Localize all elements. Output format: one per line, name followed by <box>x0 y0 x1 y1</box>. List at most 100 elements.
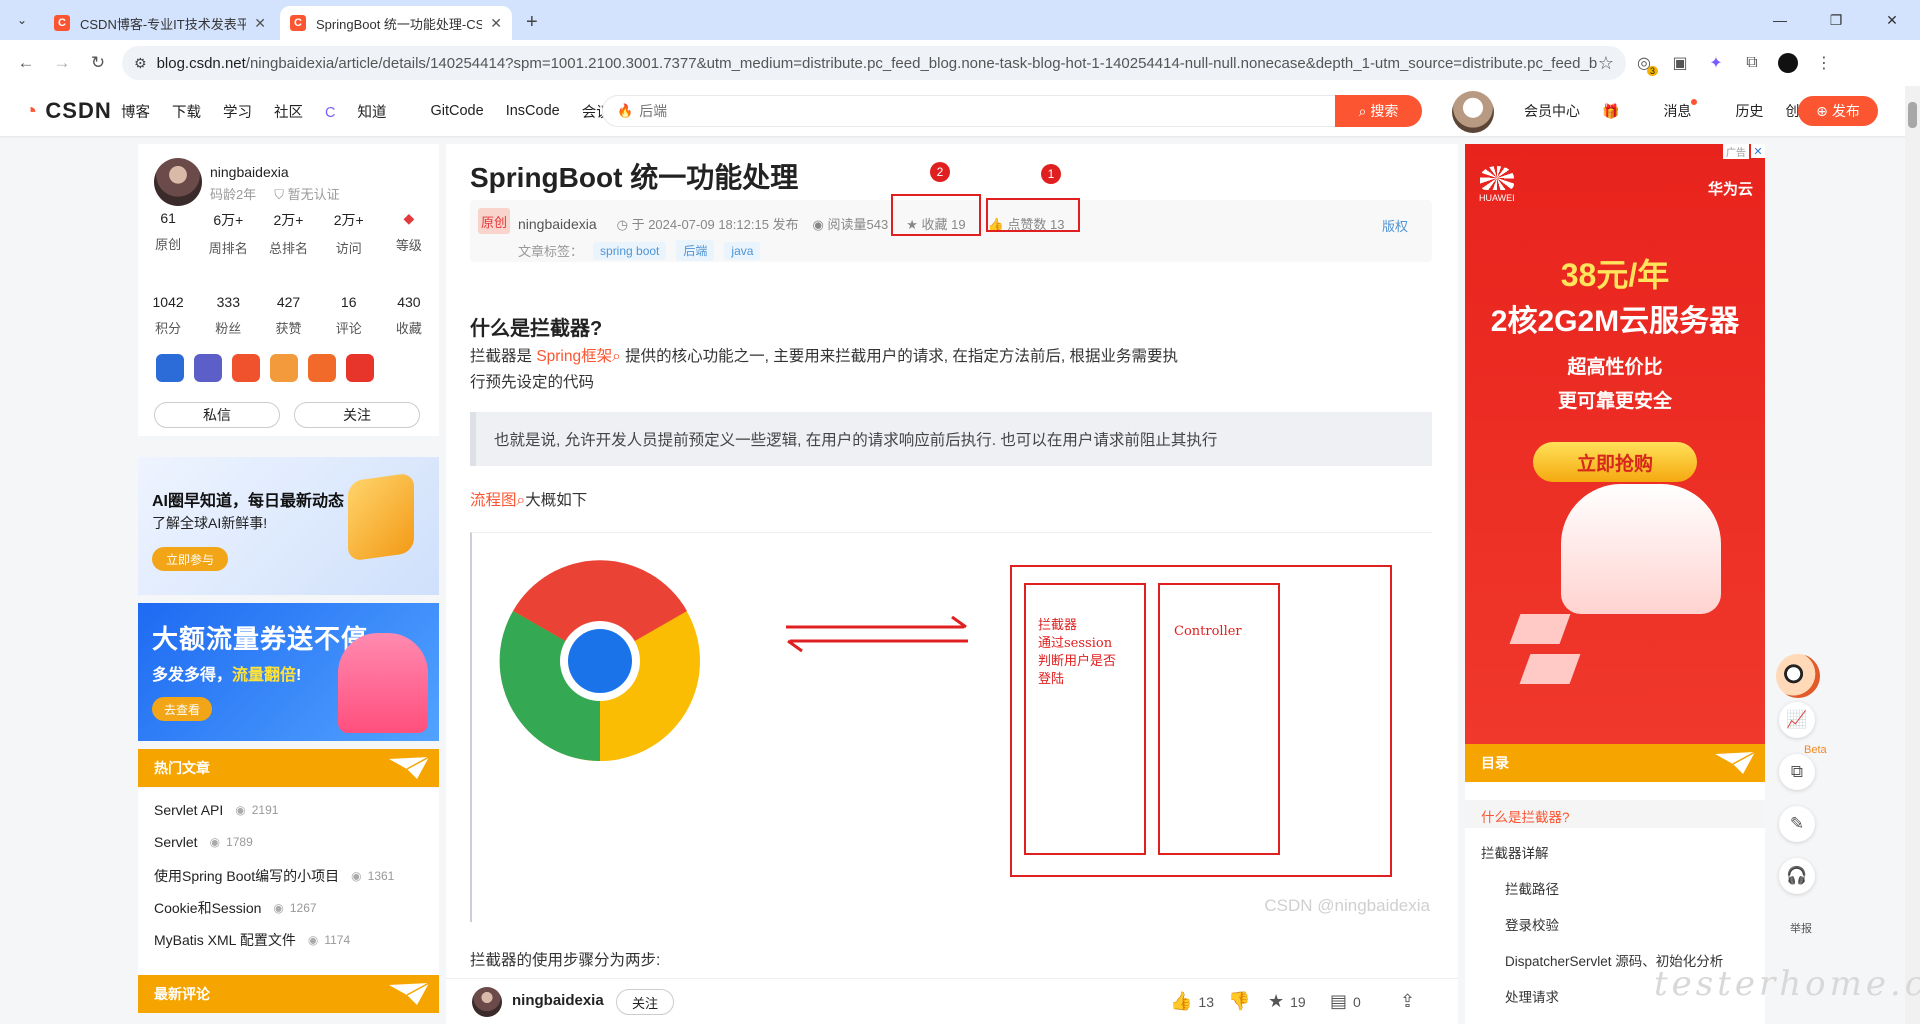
hot-article-item[interactable]: Servlet ◉ 1789 <box>154 834 253 850</box>
page-scrollbar[interactable] <box>1905 86 1920 1024</box>
stat-original[interactable]: 61 原创 <box>138 210 198 257</box>
nav-zhidao[interactable]: C 知道 <box>325 101 408 122</box>
author-name[interactable]: ningbaidexia <box>210 164 289 180</box>
toolbar-like-button[interactable]: 👍 13 <box>1170 991 1214 1012</box>
headset-icon[interactable]: 🎧 <box>1779 858 1815 894</box>
search-box: 🔥 ⌕搜索 <box>602 95 1422 127</box>
toolbar-share-button[interactable]: ⇪ <box>1400 991 1421 1012</box>
tag-java[interactable]: java <box>724 241 761 260</box>
nav-download[interactable]: 下载 <box>172 101 201 122</box>
toolbar-comment-button[interactable]: ▤ 0 <box>1330 991 1361 1012</box>
stat-week-rank[interactable]: 6万+ 周排名 <box>198 210 258 257</box>
p1-text-c: 行预先设定的代码 <box>470 374 595 391</box>
toolbar-author-name[interactable]: ningbaidexia <box>512 992 604 1009</box>
nav-community[interactable]: 社区 <box>274 101 303 122</box>
toc-item[interactable]: 拦截路径 <box>1505 878 1559 898</box>
nav-learn[interactable]: 学习 <box>223 101 252 122</box>
badge-icon[interactable] <box>346 354 374 382</box>
layout-icon[interactable]: ⧉ <box>1779 754 1815 790</box>
site-info-icon[interactable]: ⚙ <box>134 55 147 72</box>
nav-history[interactable]: 历史 <box>1735 101 1763 121</box>
nav-blog[interactable]: 博客 <box>121 101 150 122</box>
window-close-icon[interactable]: ✕ <box>1864 0 1920 40</box>
spring-framework-link[interactable]: Spring框架⌕ <box>536 348 621 365</box>
new-tab-icon[interactable]: + <box>526 11 538 34</box>
forward-icon[interactable]: → <box>46 47 78 79</box>
nav-vip[interactable]: 会员中心 🎁 <box>1524 101 1641 121</box>
ad-buy-button[interactable]: 立即抢购 <box>1533 442 1697 482</box>
stat-value: 333 <box>216 294 240 310</box>
badge-icon[interactable] <box>270 354 298 382</box>
profile-avatar-icon[interactable] <box>1770 46 1806 80</box>
nav-gitcode[interactable]: GitCode <box>430 103 483 119</box>
hot-article-item[interactable]: Servlet API ◉ 2191 <box>154 802 278 818</box>
hot-article-item[interactable]: 使用Spring Boot编写的小项目 ◉ 1361 <box>154 866 394 886</box>
extension-icon[interactable]: ▣ <box>1662 46 1698 80</box>
stat-label: 访问 <box>335 241 362 256</box>
stat-fans[interactable]: 333 粉丝 <box>198 294 258 337</box>
huawei-cloud-ad[interactable]: 广告 ✕ HUAWEI 华为云 38元/年 2核2G2M云服务器 超高性价比 更… <box>1465 144 1765 744</box>
toc-item[interactable]: 登录校验 <box>1505 914 1559 934</box>
search-input[interactable] <box>639 103 1335 119</box>
hot-article-item[interactable]: MyBatis XML 配置文件 ◉ 1174 <box>154 930 350 950</box>
close-icon[interactable]: ✕ <box>254 15 266 32</box>
badge-icon[interactable] <box>232 354 260 382</box>
stat-level[interactable]: ◆ 等级 <box>379 210 439 257</box>
browser-tab-csdn-home[interactable]: C CSDN博客-专业IT技术发表平台 ✕ <box>44 6 276 40</box>
stat-visits[interactable]: 2万+ 访问 <box>319 210 379 257</box>
publish-date: ◷ 于 2024-07-09 18:12:15 发布 <box>617 214 799 233</box>
private-message-button[interactable]: 私信 <box>154 402 280 428</box>
flowchart-figure[interactable]: 拦截器 通过session 判断用户是否 登陆 Controller CSDN … <box>470 532 1432 922</box>
user-avatar[interactable] <box>1452 91 1494 133</box>
address-bar[interactable]: ⚙ blog.csdn.net/ningbaidexia/article/det… <box>122 46 1626 80</box>
tag-backend[interactable]: 后端 <box>676 240 715 261</box>
ai-news-ad[interactable]: AI圈早知道，每日最新动态 了解全球AI新鲜事! 立即参与 <box>138 457 439 595</box>
traffic-voucher-ad[interactable]: 大额流量券送不停 多发多得，流量翻倍! 去查看 <box>138 603 439 741</box>
nav-inscode[interactable]: InsCode <box>506 103 560 119</box>
search-button[interactable]: ⌕ 搜索 <box>1335 95 1422 127</box>
badge-icon[interactable] <box>156 354 184 382</box>
toc-item[interactable]: 处理请求 <box>1505 986 1559 1006</box>
follow-button[interactable]: 关注 <box>294 402 420 428</box>
edit-icon[interactable]: ✎ <box>1779 806 1815 842</box>
copyright-link[interactable]: 版权 <box>1382 216 1408 235</box>
ad2-view-button[interactable]: 去查看 <box>152 697 212 721</box>
minimize-icon[interactable]: — <box>1752 0 1808 40</box>
tab-search-button[interactable]: ⌄ <box>8 6 36 34</box>
toc-item[interactable]: 拦截器详解 <box>1481 842 1549 862</box>
kebab-menu-icon[interactable]: ⋮ <box>1806 46 1842 80</box>
eye-icon: ◉ <box>351 869 362 883</box>
author-avatar[interactable] <box>472 987 502 1017</box>
report-button[interactable]: 举报 <box>1790 920 1812 936</box>
publish-button[interactable]: ⊕ 发布 <box>1798 96 1878 126</box>
tag-spring-boot[interactable]: spring boot <box>593 241 667 260</box>
article-author[interactable]: ningbaidexia <box>518 216 597 232</box>
hot-article-item[interactable]: Cookie和Session ◉ 1267 <box>154 898 317 918</box>
csdn-logo[interactable]: ◔ CSDN <box>24 98 112 124</box>
author-avatar[interactable] <box>154 158 202 206</box>
ad1-join-button[interactable]: 立即参与 <box>152 547 228 571</box>
reload-icon[interactable]: ↻ <box>82 47 114 79</box>
url-text[interactable]: blog.csdn.net/ningbaidexia/article/detai… <box>157 55 1598 72</box>
toc-item[interactable]: 什么是拦截器? <box>1481 806 1570 826</box>
restore-icon[interactable]: ❐ <box>1808 0 1864 40</box>
ai-assistant-icon[interactable] <box>1776 654 1820 698</box>
badge-icon[interactable] <box>308 354 336 382</box>
extension-icon[interactable]: ✦ <box>1698 46 1734 80</box>
scrollbar-thumb[interactable] <box>1908 102 1917 128</box>
close-icon[interactable]: ✕ <box>490 15 502 32</box>
trend-chart-icon[interactable]: 📈 <box>1779 702 1815 738</box>
back-icon[interactable]: ← <box>10 47 42 79</box>
toolbar-favorite-button[interactable]: ★ 19 <box>1268 991 1306 1012</box>
nav-messages[interactable]: 消息 <box>1663 99 1713 121</box>
browser-tab-article[interactable]: C SpringBoot 统一功能处理-CSDN ✕ <box>280 6 512 40</box>
extensions-puzzle-icon[interactable]: ⧉ <box>1734 46 1770 80</box>
flowchart-link[interactable]: 流程图⌕ <box>470 492 525 509</box>
toolbar-follow-button[interactable]: 关注 <box>616 989 674 1015</box>
stat-total-rank[interactable]: 2万+ 总排名 <box>258 210 318 257</box>
toolbar-dislike-button[interactable]: 👎 <box>1228 991 1256 1012</box>
bookmark-star-icon[interactable]: ☆ <box>1598 53 1614 74</box>
badge-icon[interactable] <box>194 354 222 382</box>
ad-close-icon[interactable]: ✕ <box>1751 144 1765 158</box>
extension-icon[interactable]: ◎ 3 <box>1626 46 1662 80</box>
